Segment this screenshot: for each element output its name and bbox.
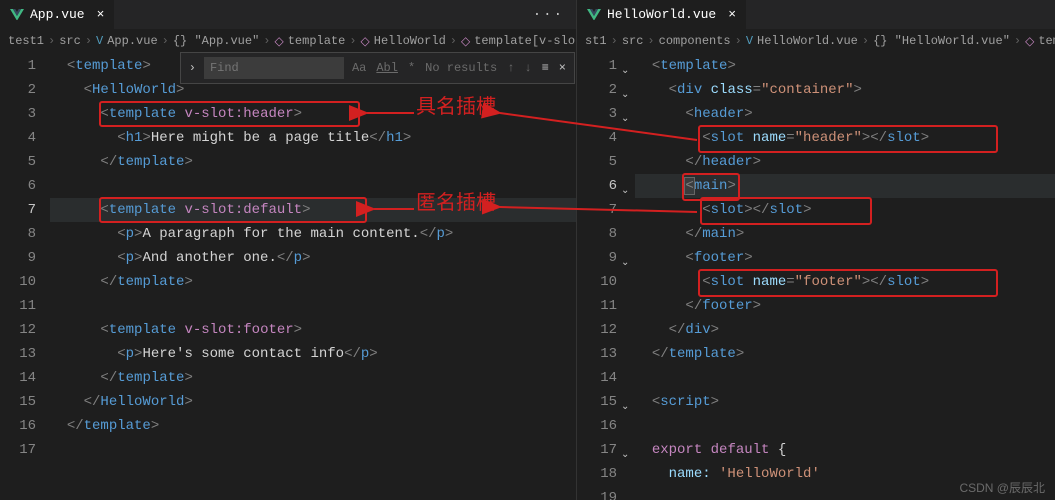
code-right[interactable]: ⌄ <template> ⌄ <div class="container"> ⌄… bbox=[635, 52, 1055, 500]
watermark: CSDN @辰辰北 bbox=[959, 479, 1045, 496]
close-icon[interactable]: × bbox=[728, 7, 736, 22]
vue-icon bbox=[587, 9, 601, 21]
breadcrumb-right[interactable]: st1› src› components› VHelloWorld.vue› {… bbox=[577, 30, 1055, 52]
tab-helloworld-vue[interactable]: HelloWorld.vue × bbox=[577, 0, 746, 30]
find-results: No results bbox=[423, 59, 499, 77]
tab-label: App.vue bbox=[30, 7, 85, 22]
tab-bar-right: HelloWorld.vue × bbox=[577, 0, 1055, 30]
close-icon[interactable]: × bbox=[557, 59, 568, 77]
match-case-button[interactable]: Aa bbox=[350, 59, 368, 77]
next-match-button[interactable]: ↓ bbox=[522, 59, 533, 77]
code-left[interactable]: <template> <HelloWorld> <template v-slot… bbox=[50, 52, 576, 500]
fold-icon[interactable]: ⌄ bbox=[621, 252, 629, 276]
editor-left[interactable]: 12 34 56 78 910 1112 1314 1516 17 <templ… bbox=[0, 52, 576, 500]
find-bar: › Aa Abl * No results ↑ ↓ ≡ × bbox=[180, 52, 575, 84]
fold-icon[interactable]: ⌄ bbox=[621, 180, 629, 204]
tab-bar-left: App.vue × ··· bbox=[0, 0, 576, 30]
fold-icon[interactable]: ⌄ bbox=[621, 444, 629, 468]
find-input[interactable] bbox=[204, 57, 344, 79]
whole-word-button[interactable]: Abl bbox=[374, 59, 400, 77]
more-icon[interactable]: ··· bbox=[521, 7, 576, 23]
fold-icon[interactable]: ⌄ bbox=[621, 84, 629, 108]
editor-right[interactable]: 12 34 56 78 910 1112 1314 1516 1718 19 ⌄… bbox=[577, 52, 1055, 500]
breadcrumb-left[interactable]: test1› src› VApp.vue› {} "App.vue"› ◇tem… bbox=[0, 30, 576, 52]
fold-icon[interactable]: ⌄ bbox=[621, 108, 629, 132]
gutter-left: 12 34 56 78 910 1112 1314 1516 17 bbox=[0, 52, 50, 500]
selection-icon[interactable]: ≡ bbox=[540, 59, 551, 77]
regex-button[interactable]: * bbox=[406, 59, 417, 77]
tab-app-vue[interactable]: App.vue × bbox=[0, 0, 114, 30]
prev-match-button[interactable]: ↑ bbox=[505, 59, 516, 77]
vue-icon bbox=[10, 9, 24, 21]
fold-icon[interactable]: ⌄ bbox=[621, 396, 629, 420]
chevron-icon[interactable]: › bbox=[187, 59, 198, 77]
close-icon[interactable]: × bbox=[97, 7, 105, 22]
fold-icon[interactable]: ⌄ bbox=[621, 60, 629, 84]
tab-label: HelloWorld.vue bbox=[607, 7, 716, 22]
